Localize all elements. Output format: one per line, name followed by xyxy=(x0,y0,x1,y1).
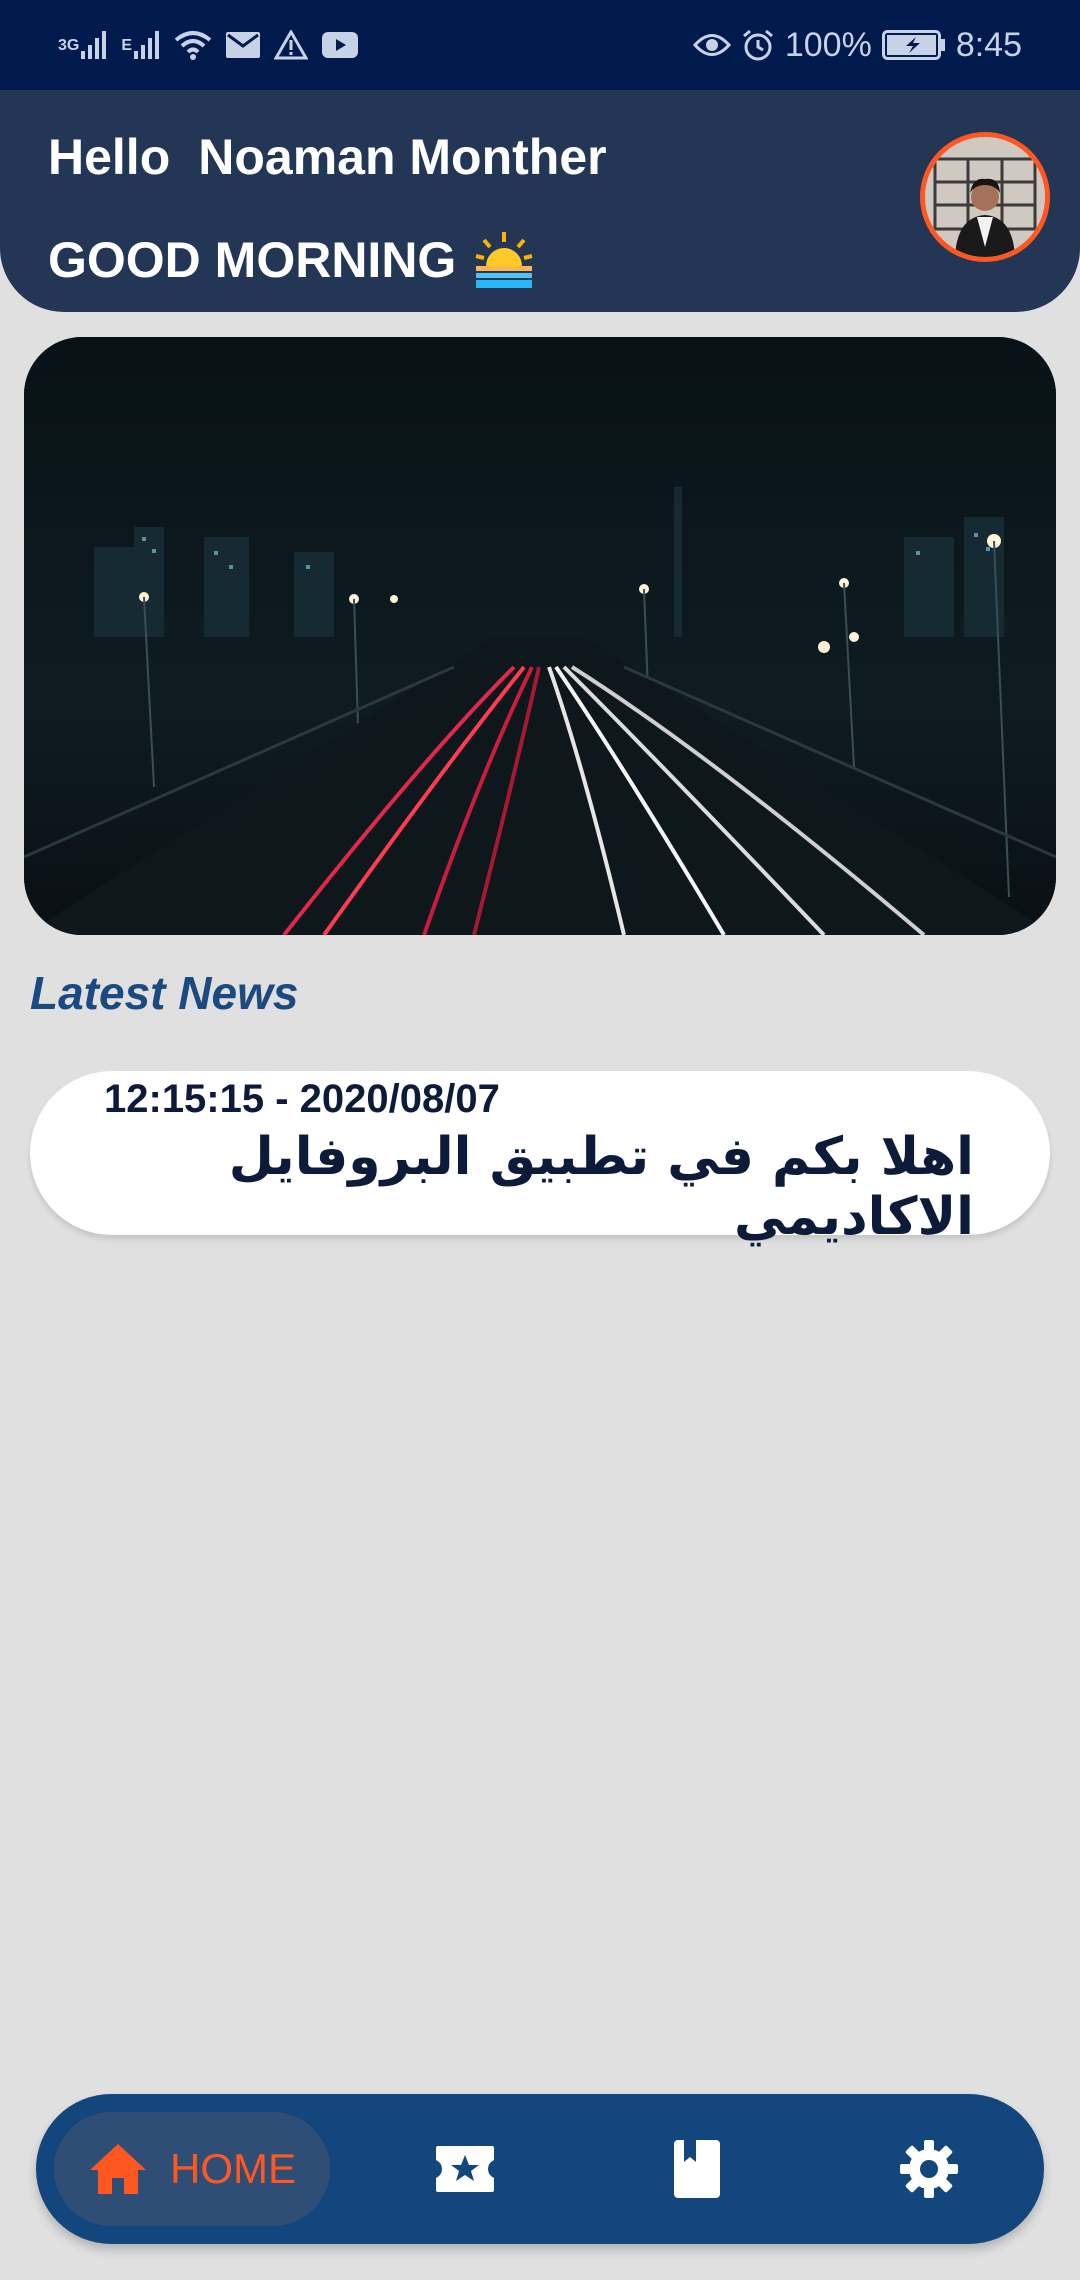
avatar[interactable] xyxy=(920,132,1050,262)
good-morning-line: GOOD MORNING xyxy=(48,230,536,290)
youtube-icon xyxy=(322,32,359,58)
mail-icon xyxy=(226,32,261,58)
net-label-3g: 3G xyxy=(58,37,80,54)
user-name: Noaman Monther xyxy=(198,129,607,185)
hello-label: Hello xyxy=(48,129,171,185)
nav-settings-button[interactable] xyxy=(894,2134,964,2204)
settings-gear-icon xyxy=(898,2138,960,2200)
news-card[interactable]: 12:15:15 - 2020/08/07 اهلا بكم في تطبيق … xyxy=(30,1071,1050,1247)
night-highway-photo xyxy=(24,337,1056,935)
warning-icon xyxy=(274,30,309,60)
home-icon xyxy=(88,2142,148,2196)
greeting-text: GOOD MORNING xyxy=(48,232,457,288)
nav-home-label: HOME xyxy=(170,2145,296,2192)
battery-percent: 100% xyxy=(784,25,872,64)
eye-icon xyxy=(692,32,731,58)
alarm-icon xyxy=(741,28,775,62)
status-left: 3G E xyxy=(58,30,359,60)
book-icon xyxy=(672,2138,722,2200)
latest-news-title: Latest News xyxy=(30,967,299,1019)
bottom-navigation: HOME xyxy=(36,2094,1044,2244)
signal-e-icon: E xyxy=(121,31,160,59)
ticket-star-icon xyxy=(434,2144,496,2194)
greeting-line: Hello Noaman Monther xyxy=(48,128,607,186)
sunrise-icon xyxy=(472,230,536,290)
nav-home-button[interactable]: HOME xyxy=(54,2112,330,2226)
net-label-e: E xyxy=(121,37,133,54)
news-text: اهلا بكم في تطبيق البروفايل الاكاديمي xyxy=(228,1127,974,1247)
nav-book-button[interactable] xyxy=(662,2134,732,2204)
header: Hello Noaman Monther GOOD MORNING xyxy=(0,90,1080,312)
battery-charging-icon xyxy=(881,30,946,60)
signal-3g-icon: 3G xyxy=(58,31,107,59)
status-right: 100% 8:45 xyxy=(692,25,1022,65)
clock-time: 8:45 xyxy=(955,25,1022,64)
news-datetime: 12:15:15 - 2020/08/07 xyxy=(104,1077,500,1121)
status-bar: 3G E 100% 8:45 xyxy=(0,0,1080,90)
banner-image xyxy=(24,337,1056,935)
wifi-icon xyxy=(174,30,212,60)
nav-ticket-button[interactable] xyxy=(430,2134,500,2204)
